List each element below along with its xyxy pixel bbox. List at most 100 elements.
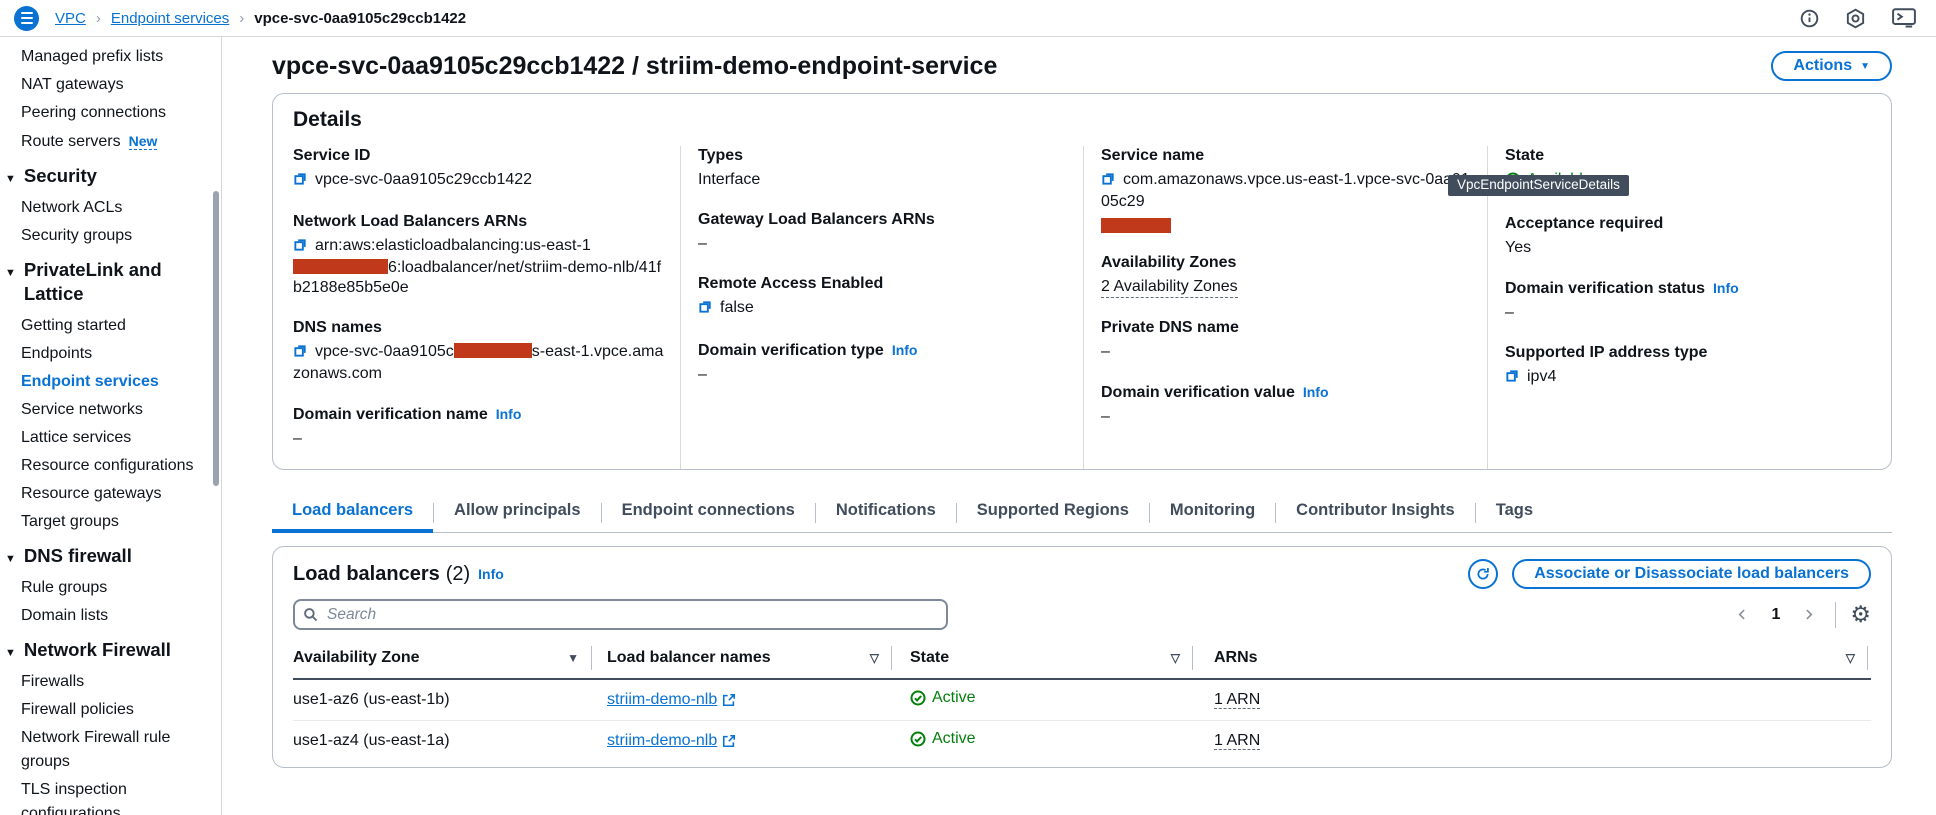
field-domain-verification-value: Domain verification valueInfo – bbox=[1101, 382, 1473, 427]
arn-count-link[interactable]: 1 ARN bbox=[1214, 691, 1260, 709]
tab-load-balancers[interactable]: Load balancers bbox=[272, 494, 433, 533]
sidebar-item-tls-inspection-configurations[interactable]: TLS inspection configurations bbox=[21, 778, 211, 815]
field-nlb-arns: Network Load Balancers ARNs arn:aws:elas… bbox=[293, 212, 666, 298]
sidebar-item-getting-started[interactable]: Getting started bbox=[21, 314, 211, 338]
sidebar-scrollbar[interactable] bbox=[213, 191, 219, 486]
sidebar-item-resource-gateways[interactable]: Resource gateways bbox=[21, 482, 211, 506]
chevron-right-icon: › bbox=[239, 10, 244, 27]
field-label: Remote Access Enabled bbox=[698, 274, 1069, 294]
cell-availability-zone: use1-az6 (us-east-1b) bbox=[293, 691, 592, 709]
tab-tags[interactable]: Tags bbox=[1476, 494, 1553, 533]
load-balancers-count: (2) bbox=[446, 563, 470, 586]
copy-icon[interactable] bbox=[698, 299, 713, 320]
sidebar-item-route-servers[interactable]: Route serversNew bbox=[21, 129, 211, 154]
field-label: Gateway Load Balancers ARNs bbox=[698, 210, 1069, 230]
sidebar-item-endpoints[interactable]: Endpoints bbox=[21, 342, 211, 366]
associate-disassociate-button[interactable]: Associate or Disassociate load balancers bbox=[1512, 559, 1871, 589]
tab-allow-principals[interactable]: Allow principals bbox=[434, 494, 601, 533]
sidebar-item-lattice-services[interactable]: Lattice services bbox=[21, 426, 211, 450]
availability-zones-link[interactable]: 2 Availability Zones bbox=[1101, 277, 1238, 298]
gear-icon[interactable]: ⚙ bbox=[1850, 603, 1871, 626]
info-icon[interactable] bbox=[1800, 9, 1819, 28]
sidebar-item-nat-gateways[interactable]: NAT gateways bbox=[21, 73, 211, 97]
sidebar-section-network-firewall[interactable]: ▼ Network Firewall bbox=[5, 638, 221, 662]
sidebar-item-target-groups[interactable]: Target groups bbox=[21, 510, 211, 534]
breadcrumb-endpoint-services[interactable]: Endpoint services bbox=[111, 10, 229, 27]
sidebar-item-firewall-policies[interactable]: Firewall policies bbox=[21, 698, 211, 722]
cloudshell-icon[interactable] bbox=[1892, 8, 1916, 28]
chevron-down-icon: ▼ bbox=[5, 647, 16, 659]
copy-icon[interactable] bbox=[293, 171, 308, 192]
sidebar-item-security-groups[interactable]: Security groups bbox=[21, 224, 211, 248]
column-header-state[interactable]: State▽ bbox=[892, 646, 1193, 670]
copy-icon[interactable] bbox=[293, 343, 308, 364]
sort-descending-icon[interactable]: ▼ bbox=[567, 651, 579, 665]
sidebar-item-endpoint-services[interactable]: Endpoint services bbox=[21, 370, 211, 394]
breadcrumb-vpc[interactable]: VPC bbox=[55, 10, 86, 27]
sort-icon[interactable]: ▽ bbox=[1171, 651, 1180, 665]
load-balancer-link[interactable]: striim-demo-nlb bbox=[607, 732, 736, 750]
sidebar-item-peering-connections[interactable]: Peering connections bbox=[21, 101, 211, 125]
sidebar-item-service-networks[interactable]: Service networks bbox=[21, 398, 211, 422]
search-input[interactable] bbox=[293, 599, 948, 630]
field-value: – bbox=[293, 429, 666, 449]
column-header-availability-zone[interactable]: Availability Zone▼ bbox=[293, 646, 592, 670]
refresh-button[interactable] bbox=[1468, 559, 1498, 589]
tab-bar: Load balancers Allow principals Endpoint… bbox=[272, 494, 1892, 533]
tab-supported-regions[interactable]: Supported Regions bbox=[957, 494, 1149, 533]
table-row: use1-az4 (us-east-1a) striim-demo-nlb Ac… bbox=[293, 721, 1871, 761]
field-label: DNS names bbox=[293, 318, 666, 338]
arn-count-link[interactable]: 1 ARN bbox=[1214, 732, 1260, 750]
sidebar-item-network-acls[interactable]: Network ACLs bbox=[21, 196, 211, 220]
breadcrumb: VPC › Endpoint services › vpce-svc-0aa91… bbox=[55, 10, 466, 27]
info-link[interactable]: Info bbox=[478, 566, 504, 582]
previous-page-button[interactable] bbox=[1730, 603, 1755, 626]
field-private-dns-name: Private DNS name – bbox=[1101, 318, 1473, 362]
field-label: Acceptance required bbox=[1505, 214, 1857, 234]
tab-endpoint-connections[interactable]: Endpoint connections bbox=[602, 494, 815, 533]
sidebar-item-firewalls[interactable]: Firewalls bbox=[21, 670, 211, 694]
chevron-down-icon: ▼ bbox=[5, 267, 16, 279]
copy-icon[interactable] bbox=[1101, 171, 1116, 192]
external-link-icon bbox=[722, 693, 736, 707]
sidebar-section-dns-firewall[interactable]: ▼DNS firewall bbox=[5, 544, 221, 568]
sort-icon[interactable]: ▽ bbox=[1846, 651, 1855, 665]
check-circle-icon bbox=[910, 690, 926, 706]
field-acceptance-required: Acceptance required Yes bbox=[1505, 214, 1857, 258]
sidebar-item-managed-prefix-lists[interactable]: Managed prefix lists bbox=[21, 45, 211, 69]
sidebar-item-rule-groups[interactable]: Rule groups bbox=[21, 576, 211, 600]
load-balancer-link[interactable]: striim-demo-nlb bbox=[607, 691, 736, 709]
copy-icon[interactable] bbox=[1505, 368, 1520, 389]
tab-notifications[interactable]: Notifications bbox=[816, 494, 956, 533]
main-content: vpce-svc-0aa9105c29ccb1422 / striim-demo… bbox=[222, 37, 1936, 815]
field-gateway-lb-arns: Gateway Load Balancers ARNs – bbox=[698, 210, 1069, 254]
sidebar-item-domain-lists[interactable]: Domain lists bbox=[21, 604, 211, 628]
hamburger-menu-icon[interactable] bbox=[14, 6, 39, 31]
tab-monitoring[interactable]: Monitoring bbox=[1150, 494, 1275, 533]
sidebar-item-resource-configurations[interactable]: Resource configurations bbox=[21, 454, 211, 478]
copy-icon[interactable] bbox=[293, 237, 308, 258]
sidebar-section-privatelink-and-lattice[interactable]: ▼PrivateLink and Lattice bbox=[5, 258, 221, 306]
sort-icon[interactable]: ▽ bbox=[870, 651, 879, 665]
field-value: ipv4 bbox=[1527, 368, 1556, 385]
next-page-button[interactable] bbox=[1796, 603, 1821, 626]
info-link[interactable]: Info bbox=[892, 342, 918, 358]
field-types: Types Interface bbox=[698, 146, 1069, 190]
tab-contributor-insights[interactable]: Contributor Insights bbox=[1276, 494, 1475, 533]
info-link[interactable]: Info bbox=[1713, 280, 1739, 296]
column-header-load-balancer-names[interactable]: Load balancer names▽ bbox=[592, 646, 892, 670]
page-number[interactable]: 1 bbox=[1765, 606, 1786, 624]
load-balancers-title: Load balancers bbox=[293, 563, 440, 586]
actions-button[interactable]: Actions▼ bbox=[1771, 51, 1892, 81]
field-service-id: Service ID vpce-svc-0aa9105c29ccb1422 bbox=[293, 146, 666, 192]
field-label: Supported IP address type bbox=[1505, 343, 1857, 363]
external-link-icon bbox=[722, 734, 736, 748]
sidebar-section-label: Network Firewall bbox=[24, 638, 171, 662]
sidebar-item-network-firewall-rule-groups[interactable]: Network Firewall rule groups bbox=[21, 726, 211, 774]
settings-hexagon-icon[interactable] bbox=[1845, 8, 1866, 29]
column-header-arns[interactable]: ARNs▽ bbox=[1193, 646, 1868, 670]
sidebar-section-security[interactable]: ▼Security bbox=[5, 164, 221, 188]
cell-state: Active bbox=[932, 689, 976, 707]
info-link[interactable]: Info bbox=[496, 406, 522, 422]
info-link[interactable]: Info bbox=[1303, 384, 1329, 400]
